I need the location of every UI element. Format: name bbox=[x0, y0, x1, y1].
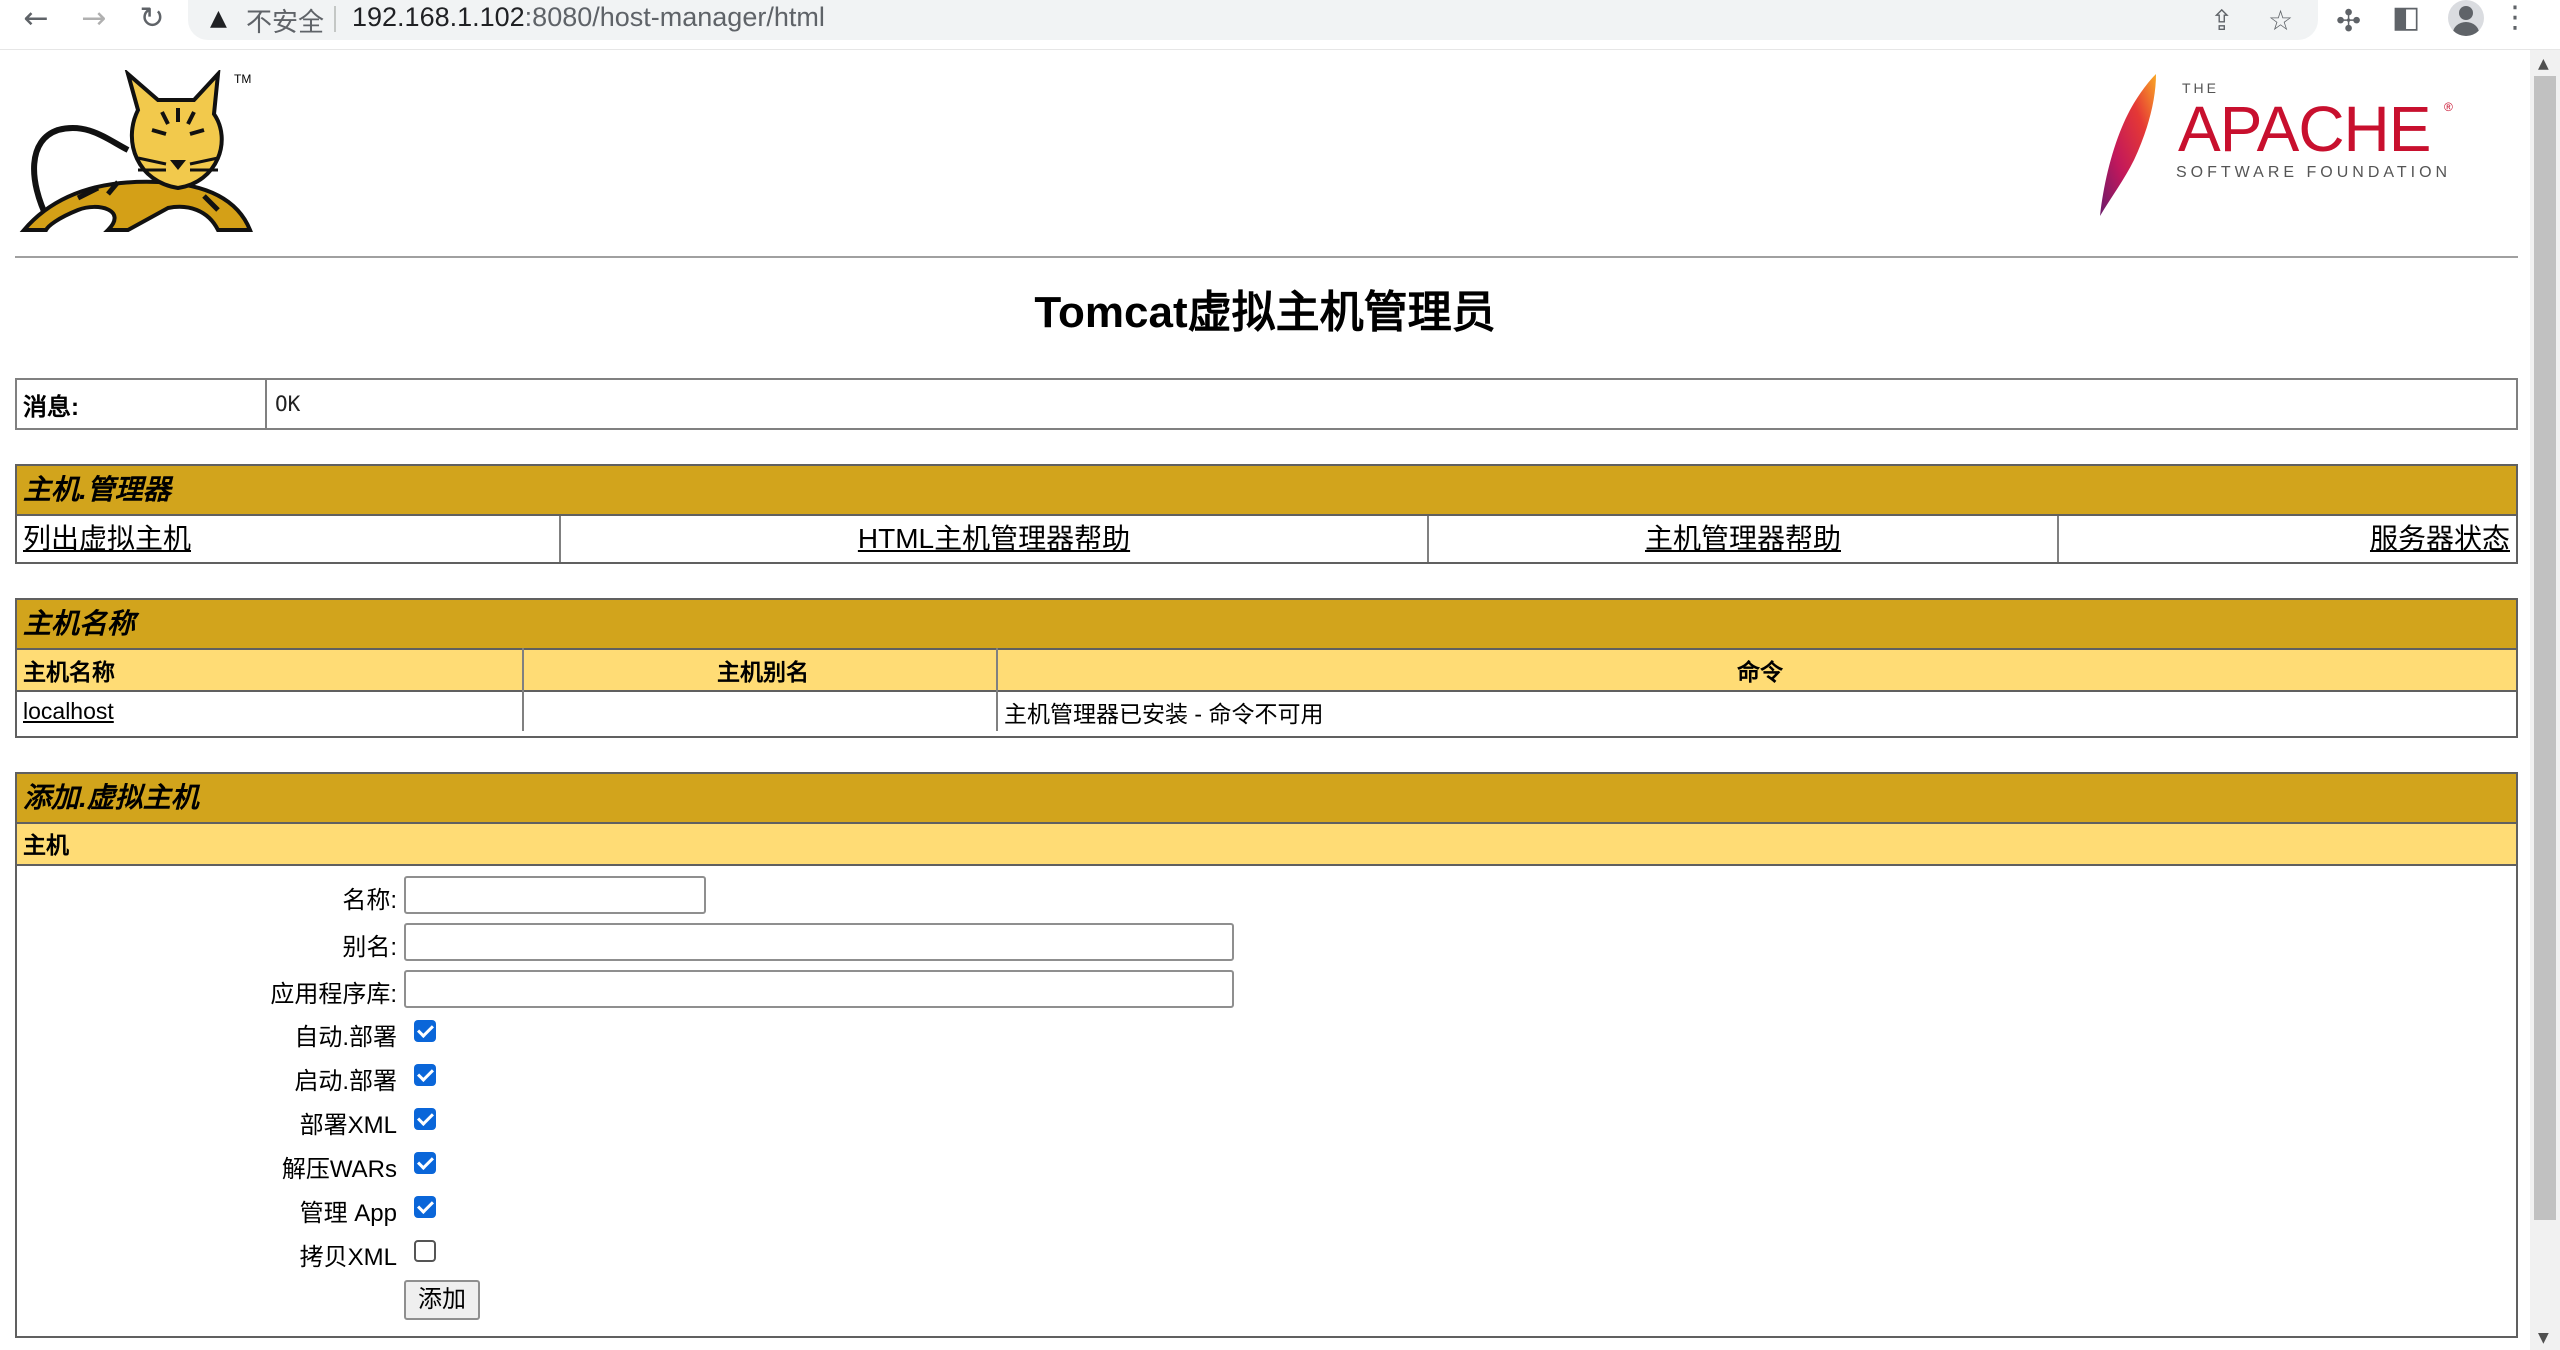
table-row: localhost 主机管理器已安装 - 命令不可用 bbox=[17, 690, 2516, 731]
apache-wordmark: APACHE bbox=[2178, 93, 2431, 165]
list-virtual-hosts-link[interactable]: 列出虚拟主机 bbox=[23, 523, 191, 554]
side-panel-icon[interactable]: ◧ bbox=[2392, 0, 2420, 35]
reload-icon[interactable]: ↻ bbox=[130, 0, 174, 36]
manager-section: 主机.管理器 列出虚拟主机 HTML主机管理器帮助 主机管理器帮助 服务器状态 bbox=[15, 464, 2518, 564]
tomcat-logo[interactable] bbox=[18, 70, 258, 236]
manager-section-heading: 主机.管理器 bbox=[17, 466, 2516, 514]
url-text[interactable]: 192.168.1.102:8080/host-manager/html bbox=[352, 2, 825, 33]
add-host-subheading: 主机 bbox=[17, 822, 2516, 864]
hosts-section-heading: 主机名称 bbox=[17, 600, 2516, 648]
aliases-label: 别名: bbox=[342, 934, 397, 961]
message-label: 消息: bbox=[15, 378, 267, 430]
deployxml-label: 部署XML bbox=[299, 1112, 397, 1139]
add-host-section: 添加.虚拟主机 主机 名称: 别名: 应用程序库: 自动.部署 启动.部署 部署… bbox=[15, 772, 2518, 1338]
aliases-input[interactable] bbox=[404, 923, 1234, 961]
insecure-label[interactable]: 不安全 bbox=[246, 2, 324, 39]
apache-logo[interactable]: THE APACHE ® SOFTWARE FOUNDATION bbox=[2090, 70, 2470, 230]
manager-app-label: 管理 App bbox=[299, 1200, 397, 1227]
share-icon[interactable]: ⇪ bbox=[2210, 4, 2233, 37]
deployonstartup-label: 启动.部署 bbox=[294, 1068, 397, 1095]
message-table: 消息: OK bbox=[15, 378, 2518, 430]
url-host: 192.168.1.102 bbox=[352, 2, 525, 32]
column-header-aliases: 主机别名 bbox=[523, 648, 998, 691]
browser-toolbar: ← → ↻ ▲ 不安全 192.168.1.102:8080/host-mana… bbox=[0, 0, 2560, 50]
copyxml-label: 拷贝XML bbox=[299, 1244, 397, 1271]
server-status-link[interactable]: 服务器状态 bbox=[2370, 523, 2510, 554]
deployxml-checkbox[interactable] bbox=[414, 1108, 436, 1130]
hosts-section: 主机名称 主机名称 主机别名 命令 localhost 主机管理器已安装 - 命… bbox=[15, 598, 2518, 738]
apache-registered: ® bbox=[2444, 100, 2453, 114]
appbase-label: 应用程序库: bbox=[270, 981, 397, 1008]
column-header-name: 主机名称 bbox=[17, 648, 524, 691]
message-value: OK bbox=[265, 378, 2518, 430]
tomcat-trademark: TM bbox=[234, 72, 252, 86]
nav-cell-status: 服务器状态 bbox=[2059, 516, 2516, 562]
bookmark-star-icon[interactable]: ☆ bbox=[2268, 4, 2293, 37]
warning-icon[interactable]: ▲ bbox=[210, 6, 227, 31]
add-host-button[interactable]: 添加 bbox=[404, 1280, 480, 1320]
appbase-input[interactable] bbox=[404, 970, 1234, 1008]
page-content: TM THE APACHE ® SOFTWARE FOUNDATION Tomc… bbox=[0, 50, 2530, 1350]
host-aliases-cell bbox=[523, 690, 998, 731]
autodeploy-checkbox[interactable] bbox=[414, 1020, 436, 1042]
apache-feather-icon bbox=[2100, 74, 2156, 216]
name-input[interactable] bbox=[404, 876, 706, 914]
hosts-table: 主机名称 主机别名 命令 localhost 主机管理器已安装 - 命令不可用 bbox=[17, 648, 2516, 731]
apache-subtitle: SOFTWARE FOUNDATION bbox=[2176, 164, 2452, 181]
host-localhost-link[interactable]: localhost bbox=[23, 698, 114, 724]
add-host-form: 名称: 别名: 应用程序库: 自动.部署 启动.部署 部署XML 解压WARs … bbox=[17, 864, 2516, 1336]
hosts-table-header: 主机名称 主机别名 命令 bbox=[17, 648, 2516, 691]
manager-links-row: 列出虚拟主机 HTML主机管理器帮助 主机管理器帮助 服务器状态 bbox=[17, 514, 2516, 562]
add-host-heading: 添加.虚拟主机 bbox=[17, 774, 2516, 822]
profile-avatar-icon[interactable] bbox=[2448, 0, 2484, 36]
scroll-down-arrow-icon[interactable]: ▼ bbox=[2538, 1330, 2549, 1346]
unpackwars-checkbox[interactable] bbox=[414, 1152, 436, 1174]
scroll-up-arrow-icon[interactable]: ▲ bbox=[2538, 56, 2549, 72]
omnibox-separator bbox=[334, 6, 336, 32]
header-divider bbox=[15, 256, 2518, 258]
scrollbar-thumb[interactable] bbox=[2534, 76, 2556, 1220]
host-manager-help-link[interactable]: 主机管理器帮助 bbox=[1645, 523, 1841, 554]
name-label: 名称: bbox=[342, 887, 397, 914]
deployonstartup-checkbox[interactable] bbox=[414, 1064, 436, 1086]
forward-icon[interactable]: → bbox=[72, 0, 116, 36]
back-icon[interactable]: ← bbox=[14, 0, 58, 36]
html-host-manager-help-link[interactable]: HTML主机管理器帮助 bbox=[858, 523, 1130, 554]
unpackwars-label: 解压WARs bbox=[281, 1156, 397, 1183]
nav-cell-list: 列出虚拟主机 bbox=[17, 516, 561, 562]
address-bar[interactable]: ▲ 不安全 192.168.1.102:8080/host-manager/ht… bbox=[188, 0, 2318, 40]
autodeploy-label: 自动.部署 bbox=[294, 1024, 397, 1051]
manager-app-checkbox[interactable] bbox=[414, 1196, 436, 1218]
nav-cell-html-help: HTML主机管理器帮助 bbox=[561, 516, 1429, 562]
page-title: Tomcat虚拟主机管理员 bbox=[1034, 288, 1496, 337]
host-command-cell: 主机管理器已安装 - 命令不可用 bbox=[997, 690, 2516, 731]
host-name-cell: localhost bbox=[17, 690, 524, 731]
column-header-command: 命令 bbox=[997, 648, 2516, 691]
url-path: :8080/host-manager/html bbox=[524, 2, 825, 32]
nav-cell-help: 主机管理器帮助 bbox=[1429, 516, 2059, 562]
menu-kebab-icon[interactable]: ⋮ bbox=[2500, 0, 2530, 35]
copyxml-checkbox[interactable] bbox=[414, 1240, 436, 1262]
extensions-puzzle-icon[interactable]: ✣ bbox=[2336, 4, 2361, 39]
